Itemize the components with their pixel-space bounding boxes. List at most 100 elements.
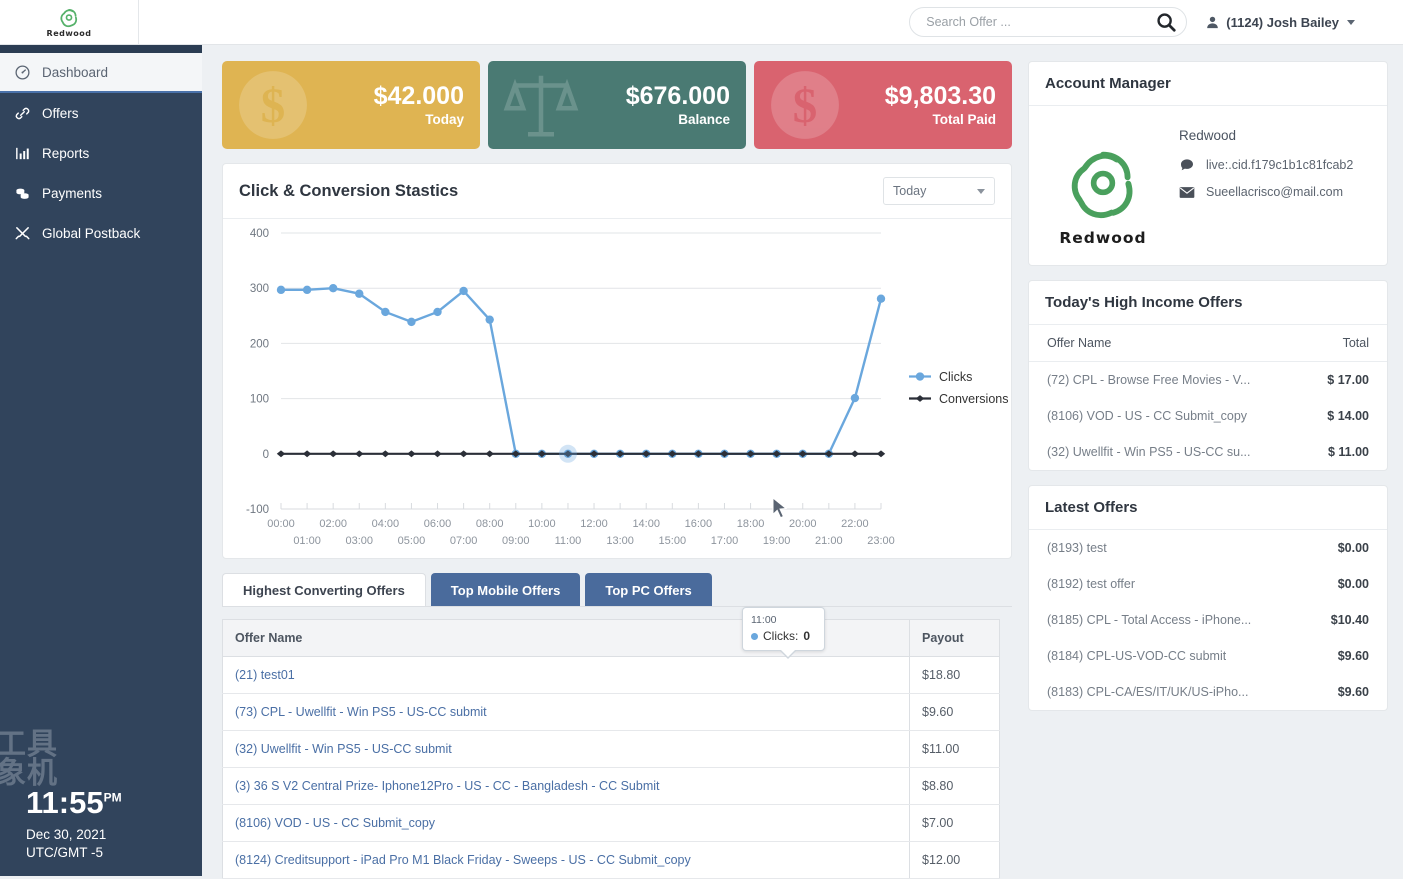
offer-amount: $0.00 bbox=[1337, 577, 1369, 591]
right-column: Account Manager Redwood Redwood live:.ci… bbox=[1028, 61, 1388, 876]
tools-icon bbox=[15, 226, 30, 239]
svg-text:200: 200 bbox=[250, 338, 269, 350]
dollar-icon: $ bbox=[239, 71, 307, 139]
account-manager-email: Sueellacrisco@mail.com bbox=[1206, 185, 1344, 199]
stat-card-total-paid: $ $9,803.30 Total Paid bbox=[754, 61, 1012, 149]
offer-link[interactable]: (3) 36 S V2 Central Prize- Iphone12Pro -… bbox=[235, 779, 659, 793]
svg-text:01:00: 01:00 bbox=[293, 535, 321, 547]
offer-link[interactable]: (21) test01 bbox=[235, 668, 295, 682]
coins-icon bbox=[16, 188, 29, 199]
sidebar-item-dashboard[interactable]: Dashboard bbox=[0, 53, 202, 93]
offer-name: (8185) CPL - Total Access - iPhone... bbox=[1047, 613, 1252, 627]
screen-recorder-watermark: 工具 象机 bbox=[0, 727, 58, 791]
stat-label-today: Today bbox=[425, 112, 464, 128]
list-item[interactable]: (8106) VOD - US - CC Submit_copy $ 14.00 bbox=[1029, 398, 1387, 434]
link-icon bbox=[15, 107, 30, 119]
offer-payout-cell: $11.00 bbox=[909, 730, 1000, 768]
user-name-label: (1124) Josh Bailey bbox=[1226, 14, 1339, 30]
offer-payout-cell: $18.80 bbox=[909, 656, 1000, 694]
list-item[interactable]: (8192) test offer $0.00 bbox=[1029, 566, 1387, 602]
offer-link[interactable]: (8106) VOD - US - CC Submit_copy bbox=[235, 816, 435, 830]
account-manager-skype-row[interactable]: live:.cid.f179c1b1c81fcab2 bbox=[1179, 157, 1353, 173]
account-manager-info: Redwood live:.cid.f179c1b1c81fcab2 Sueel… bbox=[1179, 120, 1353, 247]
sidebar-item-offers[interactable]: Offers bbox=[0, 93, 202, 133]
tab-top-pc-offers[interactable]: Top PC Offers bbox=[585, 573, 712, 607]
click-conversion-line-chart[interactable]: 400 300 200 100 0 -100 00:00 01:00 02:00 03:00 04:… bbox=[223, 219, 1011, 567]
svg-text:08:00: 08:00 bbox=[476, 518, 504, 530]
chart-panel: Click & Conversion Stastics Today 400 300… bbox=[222, 163, 1012, 659]
svg-text:11:00: 11:00 bbox=[555, 535, 582, 547]
list-item[interactable]: (8184) CPL-US-VOD-CC submit $9.60 bbox=[1029, 638, 1387, 674]
offer-link[interactable]: (8124) Creditsupport - iPad Pro M1 Black… bbox=[235, 853, 691, 867]
chart-body: 400 300 200 100 0 -100 00:00 01:00 02:00 03:00 04:… bbox=[223, 219, 1011, 659]
svg-text:-100: -100 bbox=[246, 504, 269, 516]
stat-value-balance: $676.000 bbox=[625, 81, 730, 110]
sidebar-item-global-postback[interactable]: Global Postback bbox=[0, 213, 202, 253]
tab-top-mobile-offers[interactable]: Top Mobile Offers bbox=[430, 573, 581, 607]
offer-amount: $9.60 bbox=[1337, 649, 1369, 663]
tab-label: Top PC Offers bbox=[605, 582, 692, 598]
svg-text:Clicks: Clicks bbox=[939, 370, 972, 384]
list-item[interactable]: (8183) CPL-CA/ES/IT/UK/US-iPho... $9.60 bbox=[1029, 674, 1387, 710]
account-manager-logo: Redwood bbox=[1045, 120, 1161, 247]
stat-cards-row: $ $42.000 Today $676.000 Balance $ $9,80… bbox=[222, 61, 1012, 149]
svg-text:10:00: 10:00 bbox=[528, 518, 556, 530]
svg-text:$: $ bbox=[261, 78, 286, 133]
offers-table-head: Offer Name Payout bbox=[222, 619, 1000, 657]
svg-text:21:00: 21:00 bbox=[815, 535, 843, 547]
top-header-bar: Redwood (1124) Josh Bailey bbox=[0, 0, 1403, 45]
offer-name-cell: (32) Uwellfit - Win PS5 - US-CC submit bbox=[222, 730, 910, 768]
account-manager-header: Account Manager bbox=[1029, 62, 1387, 106]
brand-logo[interactable]: Redwood bbox=[0, 0, 139, 45]
user-menu[interactable]: (1124) Josh Bailey bbox=[1205, 15, 1355, 30]
search-button[interactable] bbox=[1155, 11, 1177, 33]
svg-text:0: 0 bbox=[263, 449, 269, 461]
svg-text:00:00: 00:00 bbox=[267, 518, 295, 530]
svg-text:09:00: 09:00 bbox=[502, 535, 530, 547]
svg-text:16:00: 16:00 bbox=[685, 518, 713, 530]
list-item[interactable]: (72) CPL - Browse Free Movies - V... $ 17… bbox=[1029, 362, 1387, 398]
sidebar-item-payments[interactable]: Payments bbox=[0, 173, 202, 213]
offer-name: (8106) VOD - US - CC Submit_copy bbox=[1047, 409, 1248, 423]
offer-name: (72) CPL - Browse Free Movies - V... bbox=[1047, 373, 1251, 387]
chart-range-select[interactable]: Today bbox=[883, 177, 995, 205]
high-income-column-headers: Offer Name Total bbox=[1029, 325, 1387, 362]
offer-payout-cell: $8.80 bbox=[909, 767, 1000, 805]
chevron-down-icon bbox=[1347, 19, 1355, 25]
clock-time: 11:55 bbox=[26, 784, 104, 820]
stat-label-balance: Balance bbox=[678, 112, 730, 128]
search-input[interactable] bbox=[909, 7, 1188, 37]
user-avatar-icon bbox=[1207, 16, 1219, 28]
speedometer-icon bbox=[15, 64, 30, 80]
brand-wordmark: Redwood bbox=[46, 29, 92, 38]
tooltip-series-value: 0 bbox=[803, 629, 811, 643]
list-item[interactable]: (8185) CPL - Total Access - iPhone... $10… bbox=[1029, 602, 1387, 638]
offer-link[interactable]: (73) CPL - Uwellfit - Win PS5 - US-CC su… bbox=[235, 705, 487, 719]
clock-date: Dec 30, 2021 bbox=[26, 826, 107, 842]
latest-offers-header: Latest Offers bbox=[1029, 486, 1387, 530]
account-manager-email-row[interactable]: Sueellacrisco@mail.com bbox=[1179, 185, 1353, 199]
sidebar-label-payments: Payments bbox=[42, 185, 103, 201]
tab-highest-converting-offers[interactable]: Highest Converting Offers bbox=[222, 573, 426, 607]
svg-text:20:00: 20:00 bbox=[789, 518, 817, 530]
offer-amount: $10.40 bbox=[1330, 613, 1369, 627]
clock-timezone: UTC/GMT -5 bbox=[26, 844, 103, 860]
envelope-icon bbox=[1179, 186, 1195, 198]
list-item[interactable]: (32) Uwellfit - Win PS5 - US-CC su... $ 1… bbox=[1029, 434, 1387, 470]
left-column: $ $42.000 Today $676.000 Balance $ $9,80… bbox=[222, 61, 1012, 879]
sidebar-label-reports: Reports bbox=[42, 145, 90, 161]
stat-card-balance: $676.000 Balance bbox=[488, 61, 746, 149]
high-income-rows: (72) CPL - Browse Free Movies - V... $ 17… bbox=[1029, 362, 1387, 470]
offer-name-cell: (8124) Creditsupport - iPad Pro M1 Black… bbox=[222, 841, 910, 879]
list-item[interactable]: (8193) test $0.00 bbox=[1029, 530, 1387, 566]
offer-name: (8184) CPL-US-VOD-CC submit bbox=[1047, 649, 1227, 663]
svg-text:Conversions: Conversions bbox=[939, 392, 1008, 406]
account-manager-panel: Account Manager Redwood Redwood live:.ci… bbox=[1028, 61, 1388, 266]
mouse-cursor-icon bbox=[772, 497, 788, 519]
svg-text:06:00: 06:00 bbox=[424, 518, 452, 530]
latest-offers-rows: (8193) test $0.00 (8192) test offer $0.00 (8… bbox=[1029, 530, 1387, 710]
offer-link[interactable]: (32) Uwellfit - Win PS5 - US-CC submit bbox=[235, 742, 452, 756]
table-row: (8106) VOD - US - CC Submit_copy $7.00 bbox=[222, 804, 1000, 842]
svg-text:13:00: 13:00 bbox=[606, 535, 634, 547]
sidebar-item-reports[interactable]: Reports bbox=[0, 133, 202, 173]
